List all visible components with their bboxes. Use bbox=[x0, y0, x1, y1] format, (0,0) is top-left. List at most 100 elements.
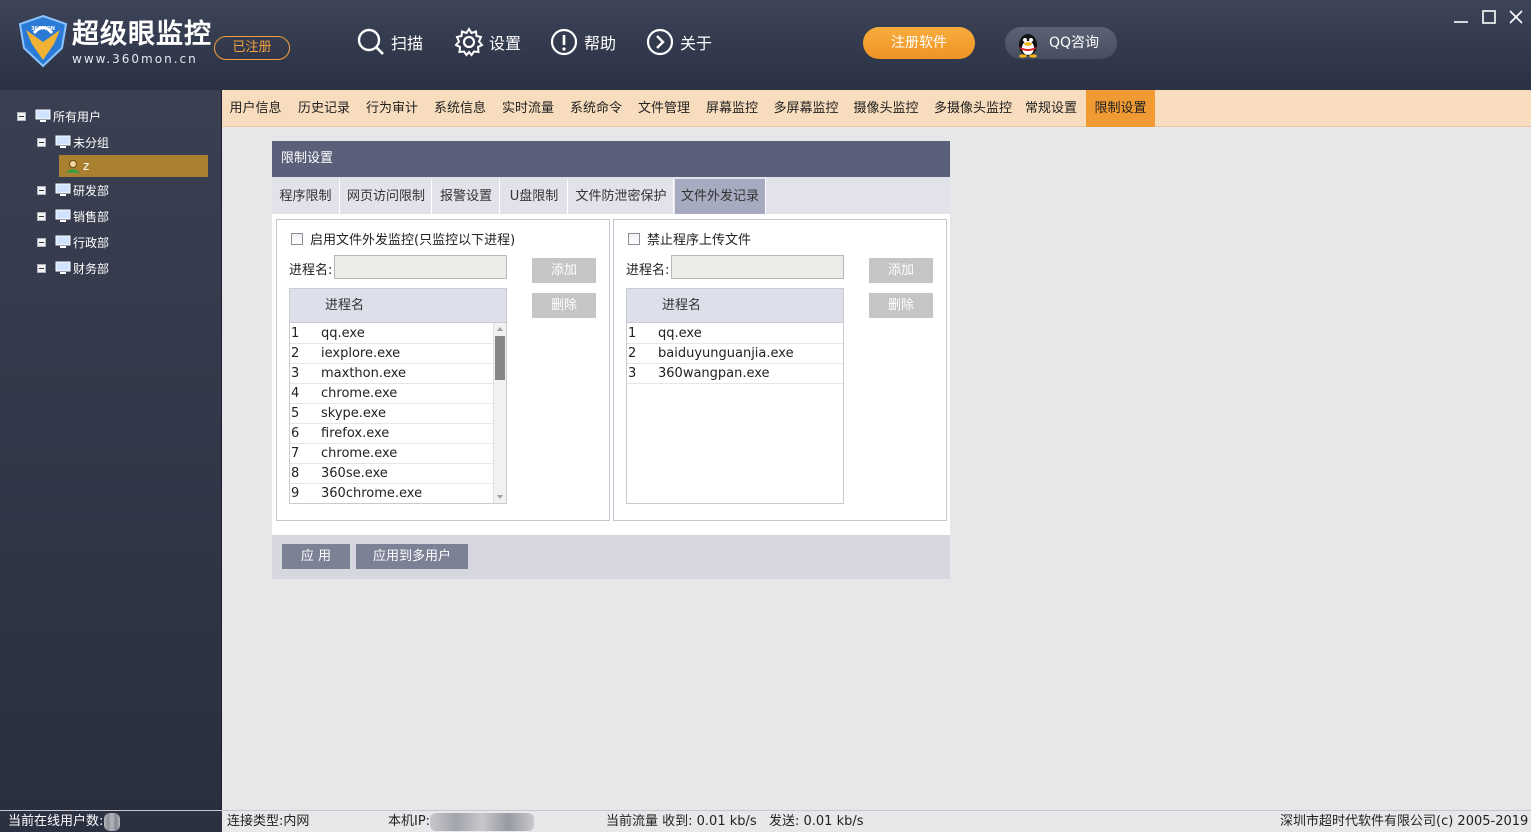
row-process-name: baiduyunguanjia.exe bbox=[658, 346, 794, 361]
table-row[interactable]: 7 chrome.exe bbox=[290, 444, 493, 464]
traffic-received: 当前流量 收到: 0.01 kb/s bbox=[606, 814, 757, 829]
chevron-right-circle-icon bbox=[646, 28, 674, 56]
row-index: 7 bbox=[291, 446, 300, 461]
subtab-usb-restriction[interactable]: U盘限制 bbox=[501, 179, 568, 214]
tree-user-label: z bbox=[83, 159, 90, 173]
enable-outgoing-monitor-checkbox[interactable]: 启用文件外发监控(只监控以下进程) bbox=[291, 229, 515, 248]
add-process-button[interactable]: 添加 bbox=[532, 258, 596, 283]
table-row[interactable]: 3 360wangpan.exe bbox=[627, 364, 843, 384]
tree-node-all-users[interactable]: 所有用户 bbox=[17, 106, 101, 126]
collapse-toggle-icon[interactable] bbox=[37, 185, 46, 195]
tab-camera-monitor[interactable]: 摄像头监控 bbox=[847, 90, 925, 127]
connection-type: 连接类型:内网 bbox=[227, 814, 310, 829]
close-icon[interactable] bbox=[1507, 8, 1525, 26]
tree-node-group-finance[interactable]: 财务部 bbox=[37, 258, 109, 278]
process-list-scrollbar[interactable] bbox=[493, 323, 506, 503]
row-index: 9 bbox=[291, 486, 300, 501]
tree-node-group-admin[interactable]: 行政部 bbox=[37, 232, 109, 252]
tree-node-group-sales[interactable]: 销售部 bbox=[37, 206, 109, 226]
user-icon bbox=[66, 160, 80, 173]
tab-history[interactable]: 历史记录 bbox=[291, 90, 357, 127]
subtab-alarm-settings[interactable]: 报警设置 bbox=[433, 179, 500, 214]
row-index: 1 bbox=[291, 326, 300, 341]
subtab-file-outgoing-record[interactable]: 文件外发记录 bbox=[675, 179, 766, 214]
table-row[interactable]: 5 skype.exe bbox=[290, 404, 493, 424]
copyright: 深圳市超时代软件有限公司(c) 2005-2019 bbox=[1280, 814, 1529, 829]
tree-node-group-rd[interactable]: 研发部 bbox=[37, 180, 109, 200]
computer-group-icon bbox=[55, 261, 71, 274]
checkbox-square[interactable] bbox=[291, 232, 303, 245]
tree-node-group-ungrouped[interactable]: 未分组 bbox=[37, 132, 109, 152]
row-process-name: 360chrome.exe bbox=[321, 486, 423, 501]
tab-multi-screen-monitor[interactable]: 多屏幕监控 bbox=[767, 90, 845, 127]
tab-restriction-settings[interactable]: 限制设置 bbox=[1086, 90, 1155, 127]
settings-button[interactable]: 设置 bbox=[454, 26, 521, 58]
register-software-button[interactable]: 注册软件 bbox=[863, 27, 975, 59]
qq-consult-button[interactable]: QQ咨询 bbox=[1005, 27, 1117, 59]
collapse-toggle-icon[interactable] bbox=[37, 137, 46, 147]
table-row[interactable]: 9 360chrome.exe bbox=[290, 484, 493, 503]
scroll-up-arrow-icon[interactable] bbox=[494, 323, 506, 335]
process-name-input[interactable] bbox=[671, 255, 844, 279]
about-button[interactable]: 关于 bbox=[645, 26, 712, 58]
tab-realtime-traffic[interactable]: 实时流量 bbox=[495, 90, 561, 127]
tab-behavior-audit[interactable]: 行为审计 bbox=[359, 90, 425, 127]
row-process-name: firefox.exe bbox=[321, 426, 390, 441]
delete-process-button[interactable]: 删除 bbox=[532, 293, 596, 318]
delete-process-button[interactable]: 删除 bbox=[869, 293, 933, 318]
tab-system-info[interactable]: 系统信息 bbox=[427, 90, 493, 127]
table-row[interactable]: 2 iexplore.exe bbox=[290, 344, 493, 364]
table-row[interactable]: 2 baiduyunguanjia.exe bbox=[627, 344, 843, 364]
title-bar: 360MON 超级眼监控 www.360mon.cn 已注册 扫描 设置 帮助 … bbox=[0, 0, 1531, 90]
tab-multi-camera-monitor[interactable]: 多摄像头监控 bbox=[927, 90, 1019, 127]
help-button[interactable]: 帮助 bbox=[549, 26, 616, 58]
apply-to-multiple-users-button[interactable]: 应用到多用户 bbox=[356, 544, 468, 569]
qq-penguin-icon bbox=[1019, 34, 1037, 58]
exclamation-circle-icon bbox=[550, 28, 578, 56]
table-row[interactable]: 3 maxthon.exe bbox=[290, 364, 493, 384]
status-bar: 当前在线用户数: 连接类型:内网 本机IP: 当前流量 收到: 0.01 kb/… bbox=[0, 810, 1531, 832]
scroll-down-arrow-icon[interactable] bbox=[494, 491, 506, 503]
table-row[interactable]: 1 qq.exe bbox=[627, 324, 843, 344]
tree-node-user-z[interactable]: z bbox=[59, 155, 208, 177]
help-label: 帮助 bbox=[584, 34, 617, 53]
collapse-toggle-icon[interactable] bbox=[37, 263, 46, 273]
user-tree-sidebar bbox=[0, 90, 222, 810]
process-name-input[interactable] bbox=[334, 255, 507, 279]
table-row[interactable]: 4 chrome.exe bbox=[290, 384, 493, 404]
collapse-toggle-icon[interactable] bbox=[17, 111, 26, 121]
scan-button[interactable]: 扫描 bbox=[356, 26, 423, 58]
table-row[interactable]: 8 360se.exe bbox=[290, 464, 493, 484]
tree-node-label: 销售部 bbox=[73, 209, 110, 224]
table-row[interactable]: 1 qq.exe bbox=[290, 324, 493, 344]
collapse-toggle-icon[interactable] bbox=[37, 237, 46, 247]
collapse-toggle-icon[interactable] bbox=[37, 211, 46, 221]
subtab-file-leak-protection[interactable]: 文件防泄密保护 bbox=[569, 179, 674, 214]
apply-button[interactable]: 应 用 bbox=[282, 544, 350, 569]
tree-node-label: 研发部 bbox=[73, 183, 110, 198]
scroll-thumb[interactable] bbox=[495, 336, 505, 380]
checkbox-label: 启用文件外发监控(只监控以下进程) bbox=[310, 233, 516, 248]
row-process-name: 360wangpan.exe bbox=[658, 366, 770, 381]
subtab-program-restriction[interactable]: 程序限制 bbox=[272, 179, 340, 214]
maximize-icon[interactable] bbox=[1480, 8, 1498, 26]
row-process-name: iexplore.exe bbox=[321, 346, 401, 361]
minimize-icon[interactable] bbox=[1452, 8, 1470, 26]
tab-file-manager[interactable]: 文件管理 bbox=[631, 90, 697, 127]
tab-general-settings[interactable]: 常规设置 bbox=[1021, 90, 1081, 127]
table-row[interactable]: 6 firefox.exe bbox=[290, 424, 493, 444]
add-process-button[interactable]: 添加 bbox=[869, 258, 933, 283]
row-process-name: maxthon.exe bbox=[321, 366, 407, 381]
checkbox-square[interactable] bbox=[628, 232, 640, 245]
tab-user-info[interactable]: 用户信息 bbox=[222, 90, 289, 127]
block-upload-checkbox[interactable]: 禁止程序上传文件 bbox=[628, 229, 751, 248]
tab-system-command[interactable]: 系统命令 bbox=[563, 90, 629, 127]
redacted-online-count bbox=[104, 813, 120, 831]
row-index: 4 bbox=[291, 386, 300, 401]
qq-consult-label: QQ咨询 bbox=[1049, 35, 1100, 51]
tab-screen-monitor[interactable]: 屏幕监控 bbox=[699, 90, 765, 127]
online-users-label: 当前在线用户数: bbox=[8, 814, 104, 829]
row-index: 2 bbox=[291, 346, 300, 361]
row-index: 3 bbox=[291, 366, 300, 381]
subtab-web-access-restriction[interactable]: 网页访问限制 bbox=[341, 179, 432, 214]
